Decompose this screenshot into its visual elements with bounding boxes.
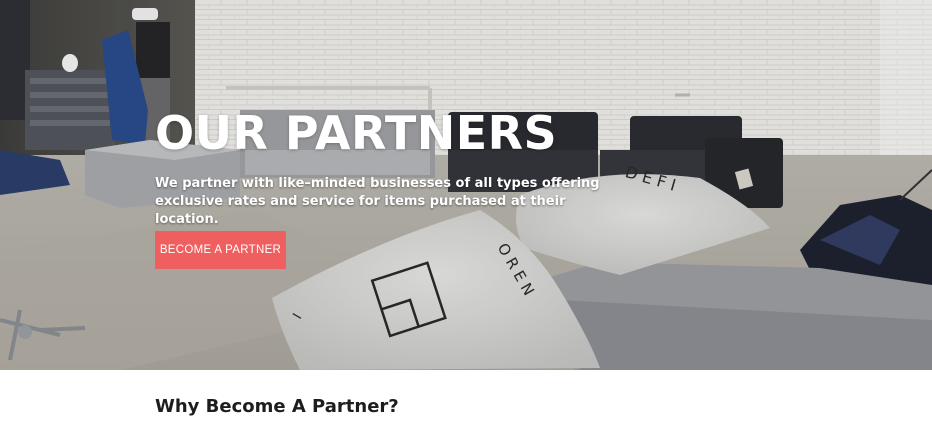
- become-partner-button[interactable]: BECOME A PARTNER: [155, 231, 286, 269]
- why-partner-heading: Why Become A Partner?: [155, 396, 399, 417]
- page-title: OUR PARTNERS: [155, 106, 558, 160]
- hero-banner: D E F I O R E N I OUR PARTNERS We partne…: [0, 0, 932, 370]
- hero-description: We partner with like–minded businesses o…: [155, 176, 600, 227]
